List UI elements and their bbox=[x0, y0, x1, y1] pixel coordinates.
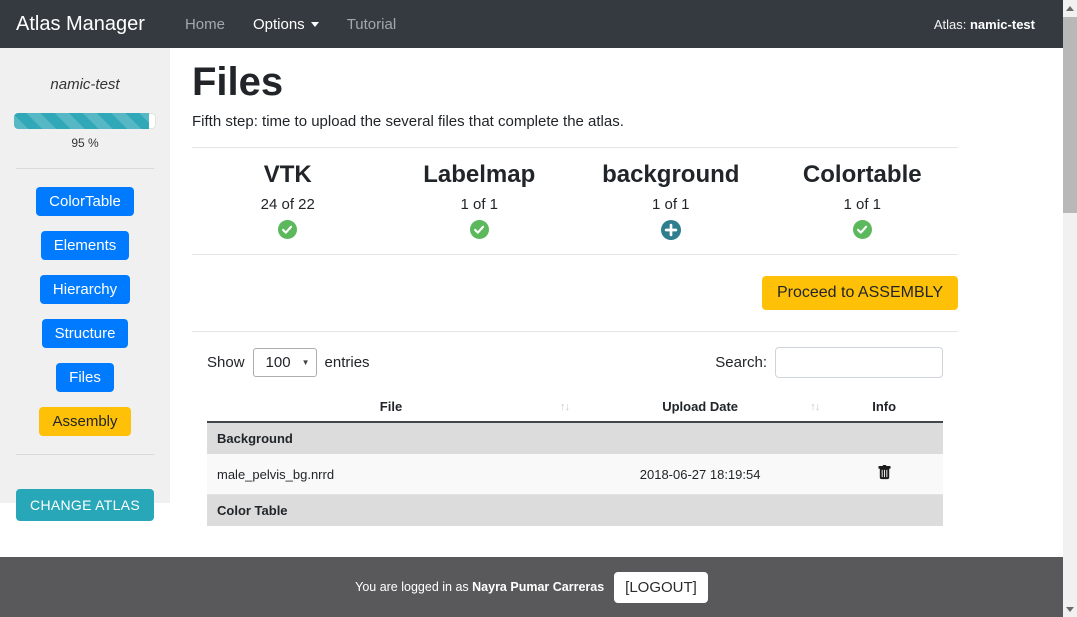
sort-icon[interactable]: ↑↓ bbox=[810, 401, 819, 413]
progress-bar bbox=[14, 113, 156, 129]
step-name: Colortable bbox=[767, 161, 959, 189]
step-name: VTK bbox=[192, 161, 384, 189]
column-header-upload-date[interactable]: Upload Date ↑↓ bbox=[575, 392, 825, 422]
step-colortable: Colortable 1 of 1 bbox=[767, 161, 959, 240]
page-title: Files bbox=[192, 58, 958, 106]
app-brand[interactable]: Atlas Manager bbox=[16, 13, 145, 36]
user-name: Nayra Pumar Carreras bbox=[472, 580, 604, 594]
table-group-row: Background bbox=[207, 422, 943, 454]
check-circle-icon bbox=[767, 220, 959, 240]
caret-down-icon: ▼ bbox=[302, 358, 310, 367]
divider bbox=[16, 454, 154, 455]
progress-fill bbox=[14, 113, 149, 129]
scroll-down-icon[interactable] bbox=[1063, 601, 1077, 617]
progress-label: 95 % bbox=[0, 136, 170, 150]
proceed-to-assembly-button[interactable]: Proceed to ASSEMBLY bbox=[762, 276, 958, 310]
trash-icon[interactable] bbox=[877, 464, 892, 481]
step-count: 1 of 1 bbox=[384, 196, 576, 213]
page-size-select[interactable]: 100 ▼ bbox=[253, 348, 317, 377]
file-steps: VTK 24 of 22 Labelmap 1 of 1 background … bbox=[192, 161, 958, 240]
main-content: Files Fifth step: time to upload the sev… bbox=[170, 48, 1063, 557]
step-name: Labelmap bbox=[384, 161, 576, 189]
atlas-status: Atlas: namic-test bbox=[934, 17, 1047, 32]
page-subtitle: Fifth step: time to upload the several f… bbox=[192, 113, 958, 130]
step-count: 24 of 22 bbox=[192, 196, 384, 213]
footer: You are logged in as Nayra Pumar Carrera… bbox=[0, 557, 1063, 617]
sidebar-atlas-name: namic-test bbox=[0, 76, 170, 93]
scrollbar-thumb[interactable] bbox=[1063, 17, 1077, 213]
step-labelmap: Labelmap 1 of 1 bbox=[384, 161, 576, 240]
divider bbox=[16, 168, 154, 169]
navbar: Atlas Manager Home Options Tutorial Atla… bbox=[0, 0, 1063, 48]
plus-circle-icon[interactable] bbox=[575, 220, 767, 240]
change-atlas-button[interactable]: CHANGE ATLAS bbox=[16, 489, 154, 521]
sort-icon[interactable]: ↑↓ bbox=[560, 401, 569, 413]
file-name-cell: male_pelvis_bg.nrrd bbox=[207, 454, 575, 495]
scrollbar[interactable] bbox=[1063, 0, 1077, 617]
nav-item-tutorial[interactable]: Tutorial bbox=[333, 8, 410, 41]
sidebar-button-files[interactable]: Files bbox=[56, 363, 114, 392]
caret-down-icon bbox=[311, 22, 319, 27]
group-label: Color Table bbox=[207, 495, 943, 527]
column-header-file[interactable]: File ↑↓ bbox=[207, 392, 575, 422]
nav-item-options[interactable]: Options bbox=[239, 8, 333, 41]
search-input[interactable] bbox=[775, 347, 943, 378]
nav-item-home[interactable]: Home bbox=[171, 8, 239, 41]
atlas-status-name: namic-test bbox=[970, 17, 1035, 32]
step-background: background 1 of 1 bbox=[575, 161, 767, 240]
show-label: Show bbox=[207, 354, 245, 371]
files-table: File ↑↓ Upload Date ↑↓ Info Background bbox=[207, 392, 943, 526]
column-header-info: Info bbox=[825, 392, 943, 422]
check-circle-icon bbox=[192, 220, 384, 240]
sidebar-button-hierarchy[interactable]: Hierarchy bbox=[40, 275, 130, 304]
table-group-row: Color Table bbox=[207, 495, 943, 527]
upload-date-cell: 2018-06-27 18:19:54 bbox=[575, 454, 825, 495]
entries-label: entries bbox=[325, 354, 370, 371]
sidebar-button-structure[interactable]: Structure bbox=[42, 319, 129, 348]
divider bbox=[192, 147, 958, 148]
atlas-status-label: Atlas: bbox=[934, 17, 967, 32]
logout-button[interactable]: [LOGOUT] bbox=[614, 572, 708, 603]
divider bbox=[192, 331, 958, 332]
group-label: Background bbox=[207, 422, 943, 454]
step-count: 1 of 1 bbox=[575, 196, 767, 213]
divider bbox=[192, 254, 958, 255]
sidebar-button-colortable[interactable]: ColorTable bbox=[36, 187, 134, 216]
sidebar-button-assembly[interactable]: Assembly bbox=[39, 407, 130, 436]
scroll-up-icon[interactable] bbox=[1063, 0, 1077, 16]
check-circle-icon bbox=[384, 220, 576, 240]
step-name: background bbox=[575, 161, 767, 189]
logged-in-text: You are logged in as Nayra Pumar Carrera… bbox=[355, 580, 604, 594]
sidebar: namic-test 95 % ColorTable Elements Hier… bbox=[0, 48, 170, 557]
table-controls: Show 100 ▼ entries Search: bbox=[207, 347, 943, 378]
step-vtk: VTK 24 of 22 bbox=[192, 161, 384, 240]
page-size-value: 100 bbox=[266, 354, 291, 371]
table-row: male_pelvis_bg.nrrd 2018-06-27 18:19:54 bbox=[207, 454, 943, 495]
step-count: 1 of 1 bbox=[767, 196, 959, 213]
sidebar-button-elements[interactable]: Elements bbox=[41, 231, 130, 260]
search-label: Search: bbox=[715, 354, 767, 371]
